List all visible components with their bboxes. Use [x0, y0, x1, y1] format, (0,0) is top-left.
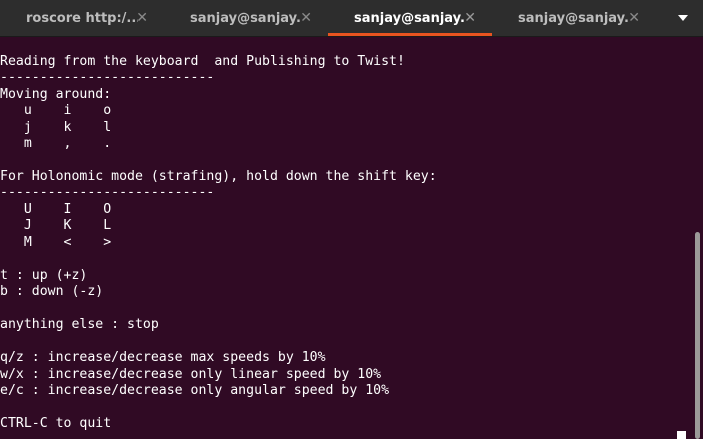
tab-sanjay-2-active[interactable]: sanjay@sanjay... ✕ [328, 0, 492, 36]
terminal-line: For Holonomic mode (strafing), hold down… [0, 169, 437, 184]
terminal-line: t : up (+z) [0, 268, 88, 283]
terminal-line: J K L [0, 218, 112, 233]
terminal-line: q/z : increase/decrease max speeds by 10… [0, 350, 326, 365]
scrollbar-thumb[interactable] [695, 232, 700, 439]
close-icon[interactable]: ✕ [300, 9, 312, 27]
tab-label: sanjay@sanjay... [190, 10, 302, 26]
terminal-scrollbar[interactable] [690, 37, 703, 439]
terminal-line: j k l [0, 120, 112, 135]
terminal-line: --------------------------- [0, 70, 215, 85]
tab-label: roscore http:/... [26, 10, 138, 26]
tab-label: sanjay@sanjay... [354, 10, 466, 26]
terminal-line: CTRL-C to quit [0, 416, 112, 431]
tab-menu-button[interactable] [673, 8, 693, 28]
tab-sanjay-1[interactable]: sanjay@sanjay... ✕ [164, 0, 328, 36]
terminal-line: Reading from the keyboard and Publishing… [0, 54, 405, 69]
terminal-line: M < > [0, 235, 112, 250]
tab-roscore[interactable]: roscore http:/... ✕ [0, 0, 164, 36]
terminal-line: --------------------------- [0, 185, 215, 200]
terminal-line: Moving around: [0, 87, 112, 102]
terminal-output[interactable]: Reading from the keyboard and Publishing… [0, 37, 690, 439]
tab-sanjay-3[interactable]: sanjay@sanjay... ✕ [492, 0, 656, 36]
close-icon[interactable]: ✕ [136, 9, 148, 27]
terminal-line: u i o [0, 103, 112, 118]
tab-bar: roscore http:/... ✕ sanjay@sanjay... ✕ s… [0, 0, 703, 37]
close-icon[interactable]: ✕ [628, 9, 640, 27]
text-cursor [677, 431, 686, 439]
terminal-window: roscore http:/... ✕ sanjay@sanjay... ✕ s… [0, 0, 703, 439]
tab-label: sanjay@sanjay... [518, 10, 630, 26]
close-icon[interactable]: ✕ [464, 9, 476, 27]
terminal-line: e/c : increase/decrease only angular spe… [0, 383, 390, 398]
terminal-line: U I O [0, 202, 112, 217]
terminal-line: b : down (-z) [0, 284, 104, 299]
terminal-line: m , . [0, 136, 112, 151]
terminal-line: w/x : increase/decrease only linear spee… [0, 367, 382, 382]
chevron-down-icon [678, 15, 688, 21]
terminal-line: anything else : stop [0, 317, 159, 332]
